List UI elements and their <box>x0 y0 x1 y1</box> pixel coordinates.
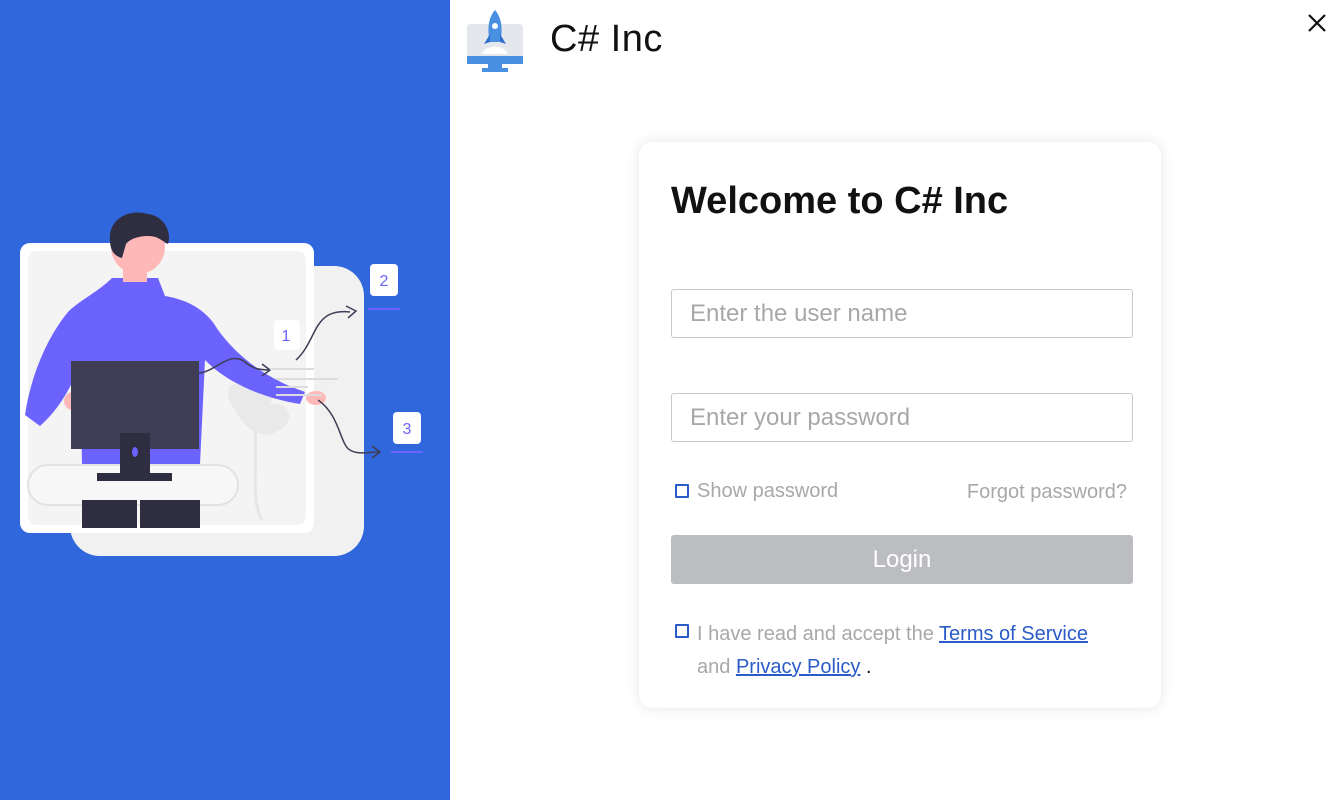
terms-of-service-link[interactable]: Terms of Service <box>939 623 1088 645</box>
person-at-computer-illustration: 1 2 3 <box>20 212 423 556</box>
step-number-1: 1 <box>282 328 291 345</box>
show-password-label[interactable]: Show password <box>697 480 838 503</box>
login-title: Welcome to C# Inc <box>671 180 1009 222</box>
step-number-2: 2 <box>380 273 389 290</box>
password-field-container <box>671 393 1133 442</box>
left-brand-panel: 1 2 3 <box>0 0 450 800</box>
show-password-row: Show password <box>675 480 875 504</box>
login-card: Welcome to C# Inc Show password Forgot p… <box>639 142 1161 708</box>
close-button[interactable] <box>1304 10 1330 36</box>
privacy-policy-link[interactable]: Privacy Policy <box>736 656 860 678</box>
terms-conjunction-text: and <box>697 656 731 678</box>
app-title: C# Inc <box>550 18 663 60</box>
login-window: 1 2 3 C# Inc Welcome to C# Inc Enter the… <box>0 0 1340 800</box>
username-field-container <box>671 289 1133 338</box>
login-button[interactable]: Login <box>671 535 1133 584</box>
rocket-monitor-icon <box>467 10 523 72</box>
show-password-checkbox[interactable] <box>675 484 689 498</box>
username-input[interactable] <box>672 290 1132 337</box>
terms-suffix-text: . <box>865 656 872 678</box>
window-header: C# Inc <box>450 0 1340 90</box>
step-number-3: 3 <box>403 421 412 438</box>
terms-agreement-row: I have read and accept the Terms of Serv… <box>675 618 1135 688</box>
forgot-password-link[interactable]: Forgot password? <box>967 481 1127 504</box>
terms-prefix-text: I have read and accept the <box>697 623 940 645</box>
password-input[interactable] <box>672 394 1132 441</box>
terms-checkbox[interactable] <box>675 624 689 638</box>
terms-text: I have read and accept the Terms of Serv… <box>697 618 1133 684</box>
close-icon <box>1308 14 1326 32</box>
